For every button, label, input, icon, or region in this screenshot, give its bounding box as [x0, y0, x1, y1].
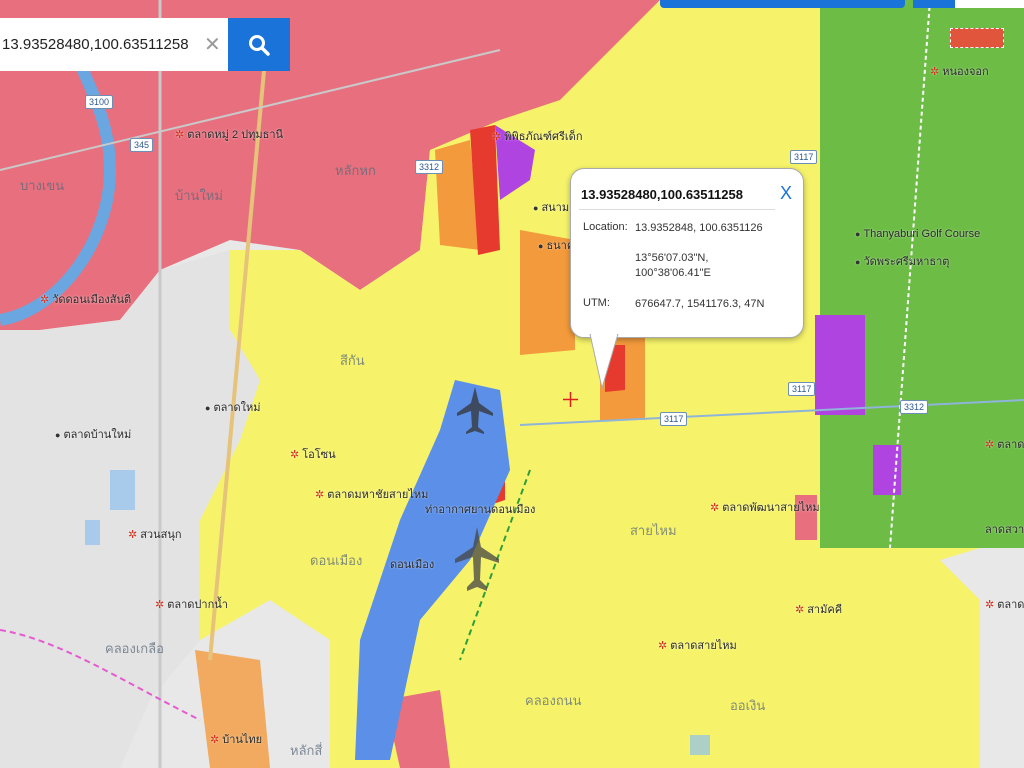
popup-close-button[interactable]: X — [780, 183, 792, 204]
airport-icon — [455, 527, 499, 591]
place-label[interactable]: วัดพระศรีมหาธาตุ — [855, 252, 949, 270]
road-number-tag: 3117 — [790, 150, 818, 164]
road-number-tag: 3100 — [85, 95, 114, 109]
place-label[interactable]: Thanyaburi Golf Course — [855, 228, 980, 240]
divider — [579, 209, 775, 210]
map-marker — [950, 28, 1004, 48]
road-number-tag: 3117 — [788, 382, 816, 396]
area-label: หลักสี่ — [290, 743, 323, 758]
area-label: บ้านใหม่ — [175, 188, 223, 203]
place-label[interactable]: วัดดอนเมืองสันติ — [40, 290, 131, 308]
area-label: สีกัน — [340, 353, 365, 368]
area-label: คลองถนน — [525, 693, 582, 708]
utm-label: UTM: — [583, 297, 610, 309]
place-label[interactable]: ลาดสวาย — [985, 520, 1024, 538]
search-bar: ✕ — [0, 18, 290, 71]
airport-icon — [457, 387, 493, 434]
place-label[interactable]: โอโซน — [290, 445, 335, 463]
place-label[interactable]: ตลาดบ้านใหม่ — [55, 425, 131, 443]
area-label: สายไหม — [630, 523, 677, 538]
zoning-map[interactable]: บางเขน บ้านใหม่ หลักหก สีกัน สายไหม คลอง… — [0, 0, 1024, 768]
place-label[interactable]: หนองจอก — [930, 62, 988, 80]
place-label[interactable]: ตลาดปากน้ำ — [155, 595, 228, 613]
close-icon[interactable]: ✕ — [204, 32, 221, 57]
location-label: Location: — [583, 221, 628, 233]
road-number-tag: 3312 — [415, 160, 444, 174]
area-label: คลองเกลือ — [105, 641, 164, 656]
area-label: ดอนเมือง — [310, 553, 363, 568]
area-label: บางเขน — [20, 178, 65, 193]
crosshair-icon — [563, 392, 578, 407]
search-input[interactable] — [0, 18, 228, 71]
utm-value: 676647.7, 1541176.3, 47N — [635, 298, 765, 310]
road-number-tag: 3117 — [660, 412, 688, 426]
place-label[interactable]: ตลาดสายไหม — [658, 636, 737, 654]
road-number-tag: 345 — [130, 138, 154, 152]
place-label[interactable]: ตลาดพัฒนาสายไหม — [710, 498, 819, 516]
place-label[interactable]: ท่าอากาศยานดอนเมือง — [425, 500, 535, 518]
area-label: หลักหก — [335, 163, 376, 178]
place-label[interactable]: ตลาดมหาชัยสายไหม — [315, 485, 428, 503]
place-label[interactable]: พิพิธภัณฑ์ศรีเด็ก — [492, 127, 582, 145]
location-popup: 13.93528480,100.63511258 X Location: 13.… — [570, 168, 804, 338]
location-value: 13.9352848, 100.6351126 — [635, 222, 763, 234]
place-label[interactable]: บ้านไทย — [210, 730, 262, 748]
dms-lat-value: 13°56'07.03"N, — [635, 252, 709, 264]
top-toolbar-panel[interactable] — [955, 0, 1024, 8]
place-label[interactable]: ตลาดหมู่ 2 ปทุมธานี — [175, 125, 283, 143]
place-label[interactable]: ตลาดคลองสาม — [985, 435, 1024, 453]
area-label: ออเงิน — [730, 698, 766, 713]
dms-lon-value: 100°38'06.41"E — [635, 267, 711, 279]
place-label[interactable]: ดอนเมือง — [390, 555, 434, 573]
search-button[interactable] — [228, 18, 290, 71]
place-label[interactable]: ตลาดคลองถนน — [985, 595, 1024, 613]
place-label[interactable]: สวนสนุก — [128, 525, 181, 543]
popup-pointer — [589, 334, 619, 390]
top-toolbar-button[interactable] — [660, 0, 905, 8]
popup-title: 13.93528480,100.63511258 — [581, 187, 743, 202]
place-label[interactable]: ตลาดใหม่ — [205, 398, 260, 416]
top-toolbar-button[interactable] — [913, 0, 955, 8]
place-label[interactable]: สามัคคี — [795, 600, 842, 618]
search-icon — [249, 34, 270, 56]
road-number-tag: 3312 — [900, 400, 929, 414]
zone-green — [820, 0, 1024, 548]
